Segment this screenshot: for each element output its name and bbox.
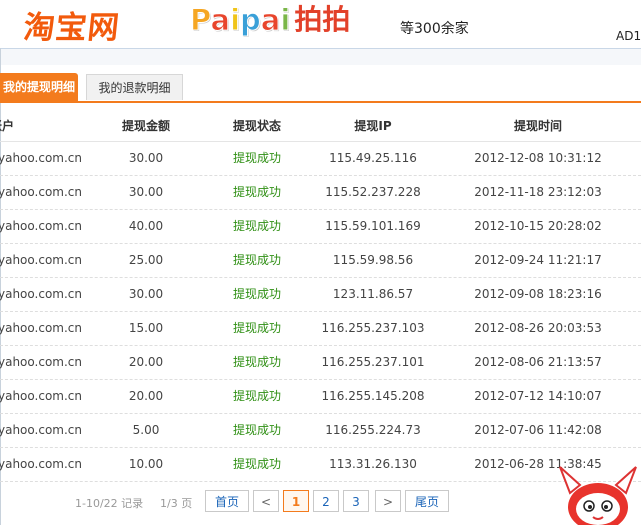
ad-label: AD1 xyxy=(616,29,641,43)
cell-account: yahoo.com.cn xyxy=(0,219,82,233)
page-button-2[interactable]: 2 xyxy=(313,490,339,512)
header-amount: 提现金额 xyxy=(121,119,170,133)
table-header: 账户 提现金额 提现状态 提现IP 提现时间 xyxy=(0,111,641,142)
tab-withdraw-details[interactable]: 我的提现明细 xyxy=(0,73,78,101)
cell-status: 提现成功 xyxy=(232,389,281,403)
paipai-wordmark: Paipai xyxy=(189,3,291,38)
cell-amount: 15.00 xyxy=(128,321,164,335)
cell-status: 提现成功 xyxy=(232,457,281,471)
cell-time: 2012-08-26 20:03:53 xyxy=(474,321,602,335)
cell-account: yahoo.com.cn xyxy=(0,287,82,301)
withdraw-table: 账户 提现金额 提现状态 提现IP 提现时间 yahoo.com.cn 30.00… xyxy=(0,111,641,482)
mascot-icon[interactable] xyxy=(556,463,641,525)
cell-status: 提现成功 xyxy=(232,185,281,199)
table-row: yahoo.com.cn 30.00 提现成功 115.49.25.116 2012-1… xyxy=(0,142,641,176)
cell-account: yahoo.com.cn xyxy=(0,389,82,403)
cell-ip: 116.255.237.101 xyxy=(321,355,425,369)
header-ip: 提现IP xyxy=(354,119,392,133)
cell-ip: 123.11.86.57 xyxy=(332,287,414,301)
cell-ip: 115.59.98.56 xyxy=(332,253,414,267)
paipai-letter: a xyxy=(260,3,281,38)
cell-time: 2012-07-12 14:10:07 xyxy=(474,389,602,403)
table-body: yahoo.com.cn 30.00 提现成功 115.49.25.116 2012-1… xyxy=(0,142,641,482)
cell-time: 2012-09-08 18:23:16 xyxy=(474,287,602,301)
cell-account: yahoo.com.cn xyxy=(0,321,82,335)
cell-time: 2012-11-18 23:12:03 xyxy=(474,185,602,199)
cell-account: yahoo.com.cn xyxy=(0,423,82,437)
cell-status: 提现成功 xyxy=(232,355,281,369)
cell-ip: 115.52.237.228 xyxy=(325,185,421,199)
cell-status: 提现成功 xyxy=(232,151,281,165)
cell-amount: 5.00 xyxy=(132,423,160,437)
paipai-letter: a xyxy=(210,3,231,38)
cell-account: yahoo.com.cn xyxy=(0,151,82,165)
banner-slogan: 等300余家 xyxy=(400,21,469,37)
paipai-letter: i xyxy=(230,3,241,38)
header-account: 账户 xyxy=(0,119,15,133)
table-row: yahoo.com.cn 30.00 提现成功 123.11.86.57 2012-09… xyxy=(0,278,641,312)
chevron-left-icon: < xyxy=(260,495,272,509)
table-row: yahoo.com.cn 15.00 提现成功 116.255.237.103 2012… xyxy=(0,312,641,346)
page-count: 1/3 页 xyxy=(160,497,193,510)
cell-status: 提现成功 xyxy=(232,287,281,301)
cell-time: 2012-09-24 11:21:17 xyxy=(474,253,602,267)
section-divider xyxy=(0,48,641,65)
header-status: 提现状态 xyxy=(232,119,281,133)
cell-status: 提现成功 xyxy=(232,423,281,437)
cell-time: 2012-10-15 20:28:02 xyxy=(474,219,602,233)
cell-ip: 113.31.26.130 xyxy=(329,457,417,471)
cell-account: yahoo.com.cn xyxy=(0,457,82,471)
next-page-button[interactable]: > xyxy=(375,490,401,512)
cell-status: 提现成功 xyxy=(232,253,281,267)
page-button-1[interactable]: 1 xyxy=(283,490,309,512)
cell-amount: 25.00 xyxy=(128,253,164,267)
header-time: 提现时间 xyxy=(513,119,562,133)
last-page-button[interactable]: 尾页 xyxy=(405,490,449,512)
cell-ip: 115.49.25.116 xyxy=(329,151,417,165)
table-row: yahoo.com.cn 40.00 提现成功 115.59.101.169 2012-… xyxy=(0,210,641,244)
tab-underline xyxy=(0,101,641,103)
taobao-logo[interactable]: 淘宝网 xyxy=(22,2,123,47)
pagination: 1-10/22 记录 1/3 页 首页 < 123 > 尾页 xyxy=(0,490,641,514)
cell-ip: 116.255.224.73 xyxy=(325,423,421,437)
tab-refund-details[interactable]: 我的退款明细 xyxy=(86,74,183,100)
cell-ip: 116.255.237.103 xyxy=(321,321,425,335)
tab-bar: 我的提现明细 我的退款明细 xyxy=(0,73,641,101)
site-banner: 淘宝网 Paipai 拍拍 等300余家 AD1 xyxy=(0,0,641,48)
cell-amount: 20.00 xyxy=(128,389,164,403)
table-row: yahoo.com.cn 10.00 提现成功 113.31.26.130 2012-0… xyxy=(0,448,641,482)
paipai-letter: P xyxy=(189,3,211,38)
table-row: yahoo.com.cn 20.00 提现成功 116.255.237.101 2012… xyxy=(0,346,641,380)
table-row: yahoo.com.cn 20.00 提现成功 116.255.145.208 2012… xyxy=(0,380,641,414)
cell-amount: 30.00 xyxy=(128,287,164,301)
cell-status: 提现成功 xyxy=(232,321,281,335)
table-row: yahoo.com.cn 30.00 提现成功 115.52.237.228 2012-… xyxy=(0,176,641,210)
cell-ip: 116.255.145.208 xyxy=(321,389,425,403)
cell-amount: 30.00 xyxy=(128,151,164,165)
record-count: 1-10/22 记录 xyxy=(75,497,144,510)
cell-account: yahoo.com.cn xyxy=(0,185,82,199)
chevron-right-icon: > xyxy=(382,495,394,509)
paipai-letter: i xyxy=(280,3,291,38)
table-row: yahoo.com.cn 5.00 提现成功 116.255.224.73 2012-0… xyxy=(0,414,641,448)
table-row: yahoo.com.cn 25.00 提现成功 115.59.98.56 2012-09… xyxy=(0,244,641,278)
paipai-logo[interactable]: Paipai 拍拍 xyxy=(189,3,351,38)
cell-amount: 20.00 xyxy=(128,355,164,369)
paipai-letter: p xyxy=(240,3,262,38)
cell-time: 2012-07-06 11:42:08 xyxy=(474,423,602,437)
cell-amount: 30.00 xyxy=(128,185,164,199)
cell-account: yahoo.com.cn xyxy=(0,253,82,267)
cell-time: 2012-08-06 21:13:57 xyxy=(474,355,602,369)
cell-amount: 10.00 xyxy=(128,457,164,471)
cell-account: yahoo.com.cn xyxy=(0,355,82,369)
cell-status: 提现成功 xyxy=(232,219,281,233)
prev-page-button[interactable]: < xyxy=(253,490,279,512)
paipai-cn-label: 拍拍 xyxy=(294,3,351,36)
cell-time: 2012-12-08 10:31:12 xyxy=(474,151,602,165)
cell-amount: 40.00 xyxy=(128,219,164,233)
first-page-button[interactable]: 首页 xyxy=(205,490,249,512)
page-button-3[interactable]: 3 xyxy=(343,490,369,512)
cell-ip: 115.59.101.169 xyxy=(325,219,421,233)
